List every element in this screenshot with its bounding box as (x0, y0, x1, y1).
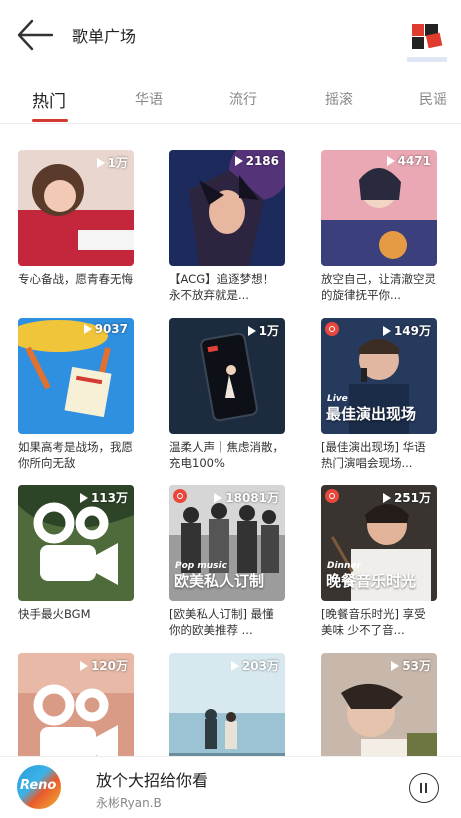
app-header: 歌单广场 (0, 0, 461, 72)
playlist-card[interactable]: 251万 Dinner 晚餐音乐时光 [晚餐音乐时光] 享受美味 少不了音... (321, 485, 437, 640)
playlist-caption[interactable]: 专心备战，愿青春无悔 (18, 271, 134, 305)
cover-title: 欧美私人订制 (174, 572, 265, 590)
playlist-cover[interactable]: 203万 (169, 653, 285, 756)
playlist-card[interactable]: 2186 【ACG】追逐梦想！永不放弃就是... (169, 150, 285, 305)
back-arrow-icon[interactable] (16, 18, 54, 52)
playlist-cover[interactable]: 149万 Live 最佳演出现场 (321, 318, 437, 434)
playlist-caption[interactable]: [最佳演出现场] 华语热门演唱会现场... (321, 439, 437, 473)
playlist-card[interactable]: 9037 如果高考是战场，我愿你所向无敌 (18, 318, 134, 473)
official-badge-icon (325, 322, 339, 336)
playlist-cover[interactable]: 4471 (321, 150, 437, 266)
play-icon (83, 324, 92, 334)
official-badge-icon (173, 489, 187, 503)
play-icon (382, 325, 391, 336)
playlist-cover[interactable]: 2186 (169, 150, 285, 266)
playlist-caption[interactable]: 【ACG】追逐梦想！永不放弃就是... (169, 271, 285, 305)
official-badge-icon (325, 489, 339, 503)
playlist-card[interactable]: 53万 (321, 653, 437, 756)
playlist-caption[interactable]: 快手最火BGM (18, 606, 134, 640)
playlist-card[interactable]: 120万 (18, 653, 134, 756)
active-tab-indicator (32, 119, 68, 122)
playlist-cover[interactable]: 113万 (18, 485, 134, 601)
play-icon (96, 157, 105, 168)
playlist-cover[interactable]: 9037 (18, 318, 134, 434)
play-icon (214, 492, 223, 503)
pause-icon[interactable] (409, 773, 439, 803)
playlist-card[interactable]: 18081万 Pop music 欧美私人订制 [欧美私人订制] 最懂你的欧美推… (169, 485, 285, 640)
artist-name: 永彬Ryan.B (96, 796, 162, 810)
playlist-cover[interactable]: 1万 (18, 150, 134, 266)
playlist-card[interactable]: 113万 快手最火BGM (18, 485, 134, 640)
play-count: 1万 (247, 322, 279, 339)
playlist-card[interactable]: 203万 (169, 653, 285, 756)
page-title: 歌单广场 (72, 27, 137, 46)
play-icon (234, 156, 243, 166)
playlist-cover[interactable]: 53万 (321, 653, 437, 756)
playlist-card[interactable]: 149万 Live 最佳演出现场 [最佳演出现场] 华语热门演唱会现场... (321, 318, 437, 473)
cover-title: 最佳演出现场 (326, 405, 417, 423)
play-count: 9037 (83, 322, 128, 336)
playlist-card[interactable]: 1万 温柔人声｜焦虑消散，充电100% (169, 318, 285, 473)
playlist-cover[interactable]: 251万 Dinner 晚餐音乐时光 (321, 485, 437, 601)
playlist-caption[interactable]: [欧美私人订制] 最懂你的欧美推荐 ... (169, 606, 285, 640)
play-icon (79, 492, 88, 503)
playlist-caption[interactable]: 如果高考是战场，我愿你所向无敌 (18, 439, 134, 473)
tab-rock[interactable]: 摇滚 (325, 89, 353, 109)
play-icon (386, 156, 395, 166)
playlist-widget-icon[interactable] (407, 20, 447, 62)
song-title[interactable]: 放个大招给你看 (96, 767, 208, 791)
play-count: 251万 (382, 489, 431, 506)
playlist-cover[interactable]: 18081万 Pop music 欧美私人订制 (169, 485, 285, 601)
playlist-caption[interactable]: [晚餐音乐时光] 享受美味 少不了音... (321, 606, 437, 640)
play-icon (79, 660, 88, 671)
cover-title: 晚餐音乐时光 (326, 572, 417, 590)
play-count: 4471 (386, 154, 431, 168)
tab-hot[interactable]: 热门 (32, 87, 66, 112)
play-count: 53万 (391, 657, 431, 674)
category-tabs: 热门 华语 流行 摇滚 民谣 (0, 72, 461, 124)
tab-pop[interactable]: 流行 (229, 89, 257, 109)
album-art[interactable]: Reno (17, 765, 61, 809)
tab-chinese[interactable]: 华语 (135, 89, 163, 109)
playlist-cover[interactable]: 120万 (18, 653, 134, 756)
play-count: 120万 (79, 657, 128, 674)
playlist-grid: 1万 专心备战，愿青春无悔 2186 【ACG】追逐梦想！永不放弃就是... 4… (0, 124, 461, 756)
playlist-card[interactable]: 4471 放空自己，让清澈空灵的旋律抚平你... (321, 150, 437, 305)
play-count: 18081万 (214, 489, 279, 506)
play-count: 203万 (230, 657, 279, 674)
playlist-cover[interactable]: 1万 (169, 318, 285, 434)
play-icon (247, 325, 256, 336)
play-icon (230, 660, 239, 671)
playlist-card[interactable]: 1万 专心备战，愿青春无悔 (18, 150, 134, 305)
play-count: 149万 (382, 322, 431, 339)
playlist-caption[interactable]: 放空自己，让清澈空灵的旋律抚平你... (321, 271, 437, 305)
playlist-caption[interactable]: 温柔人声｜焦虑消散，充电100% (169, 439, 285, 473)
mini-player[interactable]: Reno 放个大招给你看 永彬Ryan.B (0, 756, 461, 818)
play-icon (382, 492, 391, 503)
play-count: 113万 (79, 489, 128, 506)
play-count: 2186 (234, 154, 279, 168)
tab-folk[interactable]: 民谣 (419, 89, 447, 109)
play-icon (391, 660, 400, 671)
play-count: 1万 (96, 154, 128, 171)
